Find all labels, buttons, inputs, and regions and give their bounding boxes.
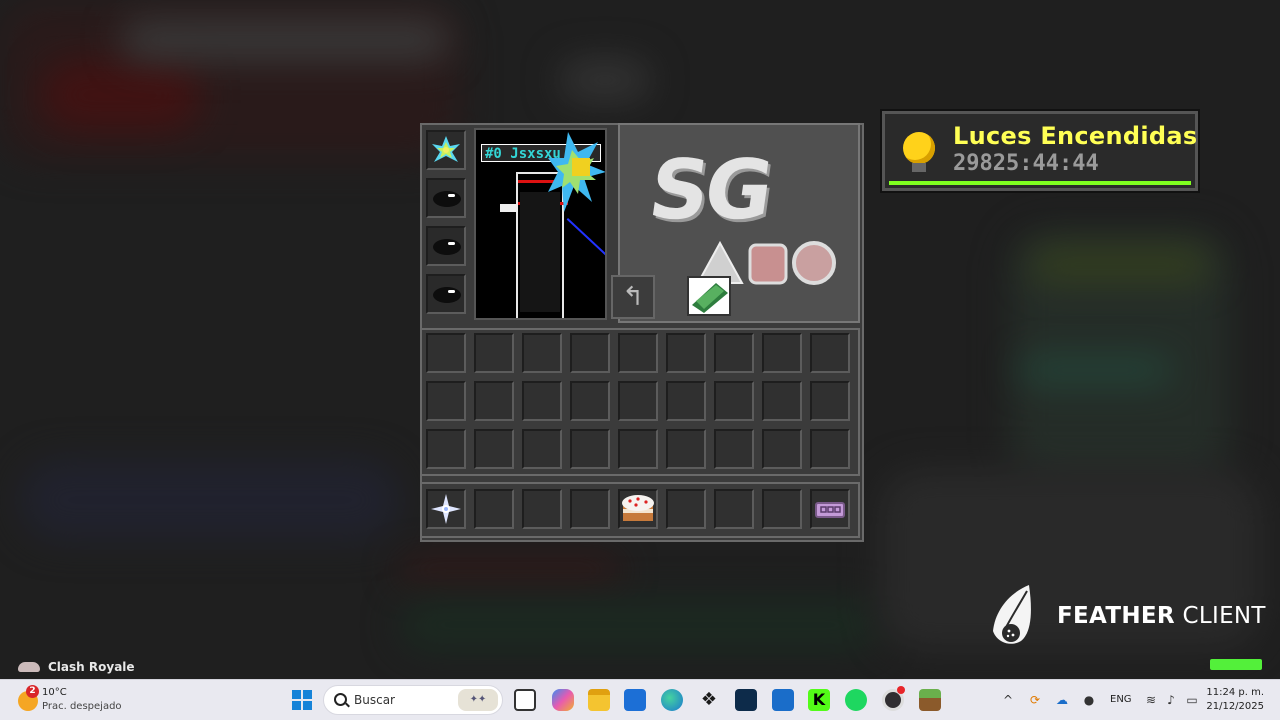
weather-badge: 2 (26, 685, 39, 698)
inventory-slot[interactable] (762, 429, 802, 469)
server-logo: SG (643, 143, 776, 238)
file-explorer-icon[interactable] (588, 689, 610, 711)
hotbar-slot-8[interactable] (762, 489, 802, 529)
armor-slot-chest[interactable] (426, 178, 466, 218)
inventory-slot[interactable] (426, 381, 466, 421)
black-egg-icon (433, 287, 461, 303)
achievement-toast: Luces Encendidas 29825:44:44 (880, 109, 1200, 193)
crystal-flower-icon (432, 136, 460, 162)
clock-time: 11:24 p. m. (1206, 687, 1264, 698)
inventory-slot[interactable] (522, 333, 562, 373)
inventory-slot[interactable] (426, 333, 466, 373)
task-view-icon[interactable] (514, 689, 536, 711)
lightbulb-icon (903, 132, 935, 164)
offhand-slot[interactable] (426, 130, 466, 170)
black-egg-icon (433, 191, 461, 207)
arrow-icon: ↰ (622, 282, 644, 312)
inventory-slot[interactable] (522, 381, 562, 421)
minecraft-icon[interactable] (919, 689, 941, 711)
hotbar-slot-4[interactable] (570, 489, 610, 529)
hotbar-slot-3[interactable] (522, 489, 562, 529)
armor-slot-boots[interactable] (426, 274, 466, 314)
inventory-slot[interactable] (474, 381, 514, 421)
dropbox-icon[interactable]: ❖ (698, 689, 720, 711)
inventory-slot[interactable] (762, 333, 802, 373)
player-preview: #0 Jsxsxu (474, 128, 607, 320)
inventory-slot[interactable] (426, 429, 466, 469)
clock-date: 21/12/2025 (1206, 701, 1264, 712)
microphone-icon[interactable]: ● (1082, 693, 1096, 707)
inventory-slot[interactable] (666, 429, 706, 469)
outlook-icon[interactable] (772, 689, 794, 711)
inventory-slot[interactable] (570, 381, 610, 421)
inventory-slot[interactable] (810, 381, 850, 421)
inventory-slot[interactable] (666, 333, 706, 373)
language-indicator[interactable]: ENG (1110, 694, 1132, 705)
search-highlight-icon: ✦✦ (458, 689, 498, 711)
wifi-icon[interactable]: ≋ (1144, 693, 1158, 707)
hotbar-slot-1[interactable] (426, 489, 466, 529)
recipe-book-button[interactable]: ↰ (611, 275, 655, 319)
obs-badge (897, 686, 905, 694)
hotbar-slot-6[interactable] (666, 489, 706, 529)
hotbar-slot-7[interactable] (714, 489, 754, 529)
armor-slot-legs[interactable] (426, 226, 466, 266)
edge-icon[interactable] (661, 689, 683, 711)
battery-icon[interactable]: ▭ (1185, 693, 1199, 707)
volume-icon[interactable]: ♪ (1164, 693, 1178, 707)
inventory-slot[interactable] (618, 333, 658, 373)
inventory-slot[interactable] (618, 429, 658, 469)
feather-client-label: FEATHER CLIENT (1057, 603, 1266, 629)
toast-progress-bar (889, 181, 1191, 185)
inventory-slot[interactable] (474, 429, 514, 469)
feather-logo-icon (993, 585, 1031, 644)
inventory-slot[interactable] (666, 381, 706, 421)
cloud-icon[interactable]: ☁ (1055, 693, 1069, 707)
black-egg-icon (433, 239, 461, 255)
inventory-slot[interactable] (762, 381, 802, 421)
weather-temp: 10°C (42, 687, 67, 698)
toast-timer: 29825:44:44 (953, 151, 1099, 176)
clash-royale-icon (18, 662, 40, 672)
copilot-icon[interactable] (552, 689, 574, 711)
search-box[interactable]: Buscar ✦✦ (323, 685, 503, 715)
chevron-up-icon[interactable]: ^ (1001, 693, 1015, 707)
notification-clash-royale[interactable]: Clash Royale (18, 659, 135, 675)
start-button[interactable] (292, 690, 312, 710)
inventory-slot[interactable] (714, 429, 754, 469)
inventory-slot[interactable] (522, 429, 562, 469)
cake-icon (620, 491, 656, 531)
inventory-slot[interactable] (570, 429, 610, 469)
inventory-slot[interactable] (714, 381, 754, 421)
inventory-slot[interactable] (570, 333, 610, 373)
inventory-slot[interactable] (714, 333, 754, 373)
kick-icon[interactable]: K (808, 689, 830, 711)
notification-app-name: Clash Royale (48, 660, 135, 674)
app-icon[interactable] (735, 689, 757, 711)
hotbar-slot-2[interactable] (474, 489, 514, 529)
sync-icon[interactable]: ⟳ (1028, 693, 1042, 707)
search-placeholder: Buscar (354, 693, 395, 707)
nether-star-icon (428, 491, 464, 531)
hotbar-slot-5[interactable] (618, 489, 658, 529)
store-icon[interactable] (624, 689, 646, 711)
name-tag-icon (812, 491, 848, 531)
inventory-slot[interactable] (810, 333, 850, 373)
inventory-slot[interactable] (474, 333, 514, 373)
knowledge-book-icon[interactable] (686, 275, 732, 317)
clock[interactable]: 11:24 p. m. 21/12/2025 (1206, 686, 1264, 714)
toast-title: Luces Encendidas (953, 122, 1198, 150)
weather-widget[interactable]: 2 10°C Prac. despejado (16, 685, 146, 715)
weather-desc: Prac. despejado (42, 701, 122, 712)
windows-taskbar: 2 10°C Prac. despejado Buscar ✦✦ ❖ K ^ ⟳… (0, 679, 1280, 720)
inventory-slot[interactable] (810, 429, 850, 469)
search-icon (334, 693, 347, 706)
hotbar-slot-9[interactable] (810, 489, 850, 529)
crystal-wings-icon (548, 132, 605, 212)
spotify-icon[interactable] (845, 689, 867, 711)
inventory-slot[interactable] (618, 381, 658, 421)
status-bar (1210, 659, 1262, 670)
